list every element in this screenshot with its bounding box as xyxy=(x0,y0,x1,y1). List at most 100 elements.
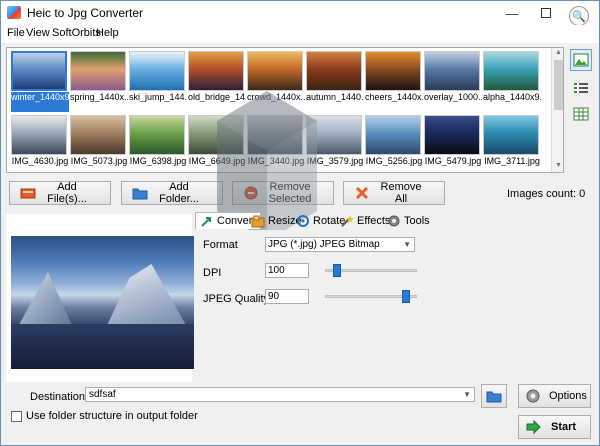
format-select[interactable]: JPG (*.jpg) JPEG Bitmap ▼ xyxy=(265,237,415,252)
folder-structure-option[interactable]: Use folder structure in output folder xyxy=(11,410,198,422)
thumbnail-label: IMG_3440.jpg xyxy=(247,156,305,166)
scroll-up-icon[interactable]: ▲ xyxy=(554,49,563,58)
thumbnail-label: IMG_6649.jpg xyxy=(188,156,246,166)
thumbnail-item[interactable]: IMG_5256.jpg xyxy=(365,115,423,166)
tab-effects-label: Effects xyxy=(357,214,391,227)
app-window: Heic to Jpg Converter — ✕ 🔍 File View So… xyxy=(0,0,600,446)
title-bar: Heic to Jpg Converter — ✕ xyxy=(1,1,599,25)
scrollbar-thumb[interactable] xyxy=(554,60,563,110)
thumbnail-label: crowd_1440x... xyxy=(247,92,305,102)
thumbnail-image xyxy=(70,51,126,91)
thumbnail-item[interactable]: overlay_1000... xyxy=(424,51,482,102)
images-count: Images count: 0 xyxy=(507,188,586,200)
format-label: Format xyxy=(203,239,238,251)
destination-value: sdfsaf xyxy=(89,389,116,400)
menu-file[interactable]: File xyxy=(7,27,25,39)
options-gear-icon xyxy=(526,389,540,403)
menu-bar: File View SoftOrbits Help xyxy=(1,25,599,43)
thumbnail-item[interactable]: spring_1440x... xyxy=(70,51,128,102)
thumbnail-item[interactable]: ski_jump_144... xyxy=(129,51,187,102)
thumbnail-item[interactable]: IMG_6649.jpg xyxy=(188,115,246,166)
thumbnail-view-icon xyxy=(573,53,589,67)
search-icon[interactable]: 🔍 xyxy=(569,6,589,26)
app-logo-icon xyxy=(7,6,21,19)
dpi-slider-thumb[interactable] xyxy=(333,264,341,277)
thumbnail-label: IMG_5479.jpg xyxy=(424,156,482,166)
thumbnail-scrollbar[interactable]: ▲ ▼ xyxy=(551,48,563,172)
thumbnail-item[interactable]: IMG_4630.jpg xyxy=(11,115,69,166)
thumbnail-image xyxy=(306,51,362,91)
menu-view[interactable]: View xyxy=(26,27,50,39)
thumbnail-label: IMG_3579.jpg xyxy=(306,156,364,166)
destination-dropdown-icon[interactable]: ▼ xyxy=(463,388,471,401)
thumbnail-item[interactable]: IMG_3579.jpg xyxy=(306,115,364,166)
thumbnail-image xyxy=(188,51,244,91)
jpeg-quality-slider[interactable] xyxy=(325,290,417,303)
remove-selected-button[interactable]: Remove Selected xyxy=(232,181,334,205)
jpeg-quality-input[interactable]: 90 xyxy=(265,289,309,304)
preview-forest xyxy=(11,324,194,369)
tab-tools[interactable]: Tools xyxy=(387,212,430,229)
thumbnail-item[interactable]: IMG_6398.jpg xyxy=(129,115,187,166)
thumbnail-item[interactable]: IMG_5073.jpg xyxy=(70,115,128,166)
tab-tools-label: Tools xyxy=(404,214,430,227)
rotate-icon xyxy=(297,214,309,227)
thumbnail-label: IMG_5256.jpg xyxy=(365,156,423,166)
start-arrow-icon xyxy=(526,419,541,435)
thumbnail-panel[interactable]: winter_1440x960.heicspring_1440x...ski_j… xyxy=(6,47,564,173)
thumbnail-image xyxy=(365,115,421,155)
table-view-icon xyxy=(573,107,589,121)
thumbnail-item[interactable]: winter_1440x960.heic xyxy=(11,51,69,112)
convert-icon xyxy=(201,217,211,227)
tab-resize[interactable]: Resize xyxy=(251,212,302,229)
convert-settings-panel: Format JPG (*.jpg) JPEG Bitmap ▼ DPI 100… xyxy=(195,230,563,382)
folder-structure-checkbox[interactable] xyxy=(11,410,22,422)
thumbnail-view-button[interactable] xyxy=(570,49,592,71)
browse-destination-button[interactable] xyxy=(481,384,507,408)
thumbnail-item[interactable]: crowd_1440x... xyxy=(247,51,305,102)
menu-softorbits[interactable]: SoftOrbits xyxy=(52,27,101,39)
thumbnail-item[interactable]: autumn_1440... xyxy=(306,51,364,102)
format-select-value: JPG (*.jpg) JPEG Bitmap xyxy=(268,239,380,250)
add-folder-button[interactable]: Add Folder... xyxy=(121,181,223,205)
maximize-button[interactable] xyxy=(531,1,561,25)
thumbnail-item[interactable]: old_bridge_14... xyxy=(188,51,246,102)
thumbnail-item[interactable]: alpha_1440x9... xyxy=(483,51,541,102)
list-view-button[interactable] xyxy=(570,77,592,99)
thumbnail-image xyxy=(483,51,539,91)
list-view-icon xyxy=(574,83,588,93)
thumbnail-image xyxy=(11,115,67,155)
menu-help[interactable]: Help xyxy=(96,27,119,39)
tab-effects[interactable]: Effects xyxy=(340,212,390,229)
thumbnail-label: IMG_6398.jpg xyxy=(129,156,187,166)
thumbnail-item[interactable]: IMG_5479.jpg xyxy=(424,115,482,166)
thumbnail-label: ski_jump_144... xyxy=(129,92,187,102)
folder-structure-label: Use folder structure in output folder xyxy=(26,410,198,422)
start-label: Start xyxy=(551,421,577,433)
dpi-input[interactable]: 100 xyxy=(265,263,309,278)
thumbnail-label: IMG_4630.jpg xyxy=(11,156,69,166)
thumbnail-label: old_bridge_14... xyxy=(188,92,246,102)
destination-input[interactable]: sdfsaf ▼ xyxy=(85,387,475,402)
chevron-down-icon: ▼ xyxy=(403,240,411,249)
destination-label: Destination xyxy=(30,391,86,403)
jpeg-quality-slider-thumb[interactable] xyxy=(402,290,410,303)
start-button[interactable]: Start xyxy=(518,415,591,439)
minimize-button[interactable]: — xyxy=(497,1,527,25)
tab-rotate[interactable]: Rotate xyxy=(296,212,345,229)
dpi-slider[interactable] xyxy=(325,264,417,277)
gear-icon xyxy=(388,215,400,226)
scroll-down-icon[interactable]: ▼ xyxy=(554,162,563,171)
thumbnail-item[interactable]: IMG_3440.jpg xyxy=(247,115,305,166)
thumbnail-item[interactable]: IMG_3711.jpg xyxy=(483,115,541,166)
add-folder-label: Add Folder... xyxy=(159,181,199,205)
remove-all-button[interactable]: Remove All xyxy=(343,181,445,205)
options-button[interactable]: Options xyxy=(518,384,591,408)
preview-image xyxy=(11,236,194,369)
add-files-button[interactable]: Add File(s)... xyxy=(9,181,111,205)
add-files-icon xyxy=(20,188,36,199)
thumbnail-item[interactable]: cheers_1440x... xyxy=(365,51,423,102)
thumbnail-image xyxy=(424,51,480,91)
table-view-button[interactable] xyxy=(570,103,592,125)
thumbnail-label: IMG_5073.jpg xyxy=(70,156,128,166)
